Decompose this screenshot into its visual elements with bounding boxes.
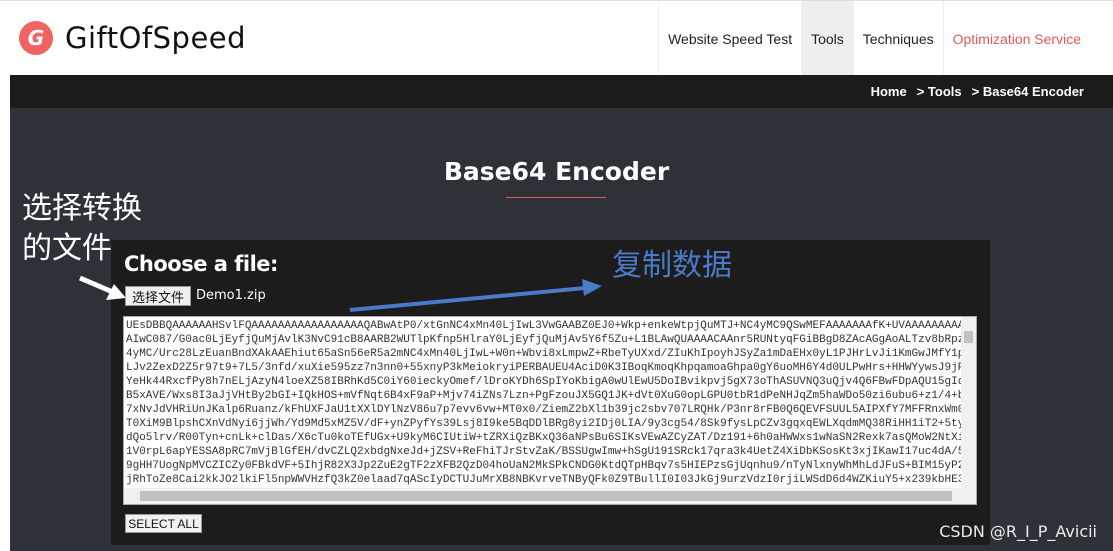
white-arrow-line [79, 275, 116, 296]
blue-arrow-head [582, 279, 602, 296]
annotation-arrows [79, 275, 602, 312]
blue-arrow-line [349, 286, 586, 312]
watermark: CSDN @R_I_P_Avicii [939, 522, 1097, 541]
